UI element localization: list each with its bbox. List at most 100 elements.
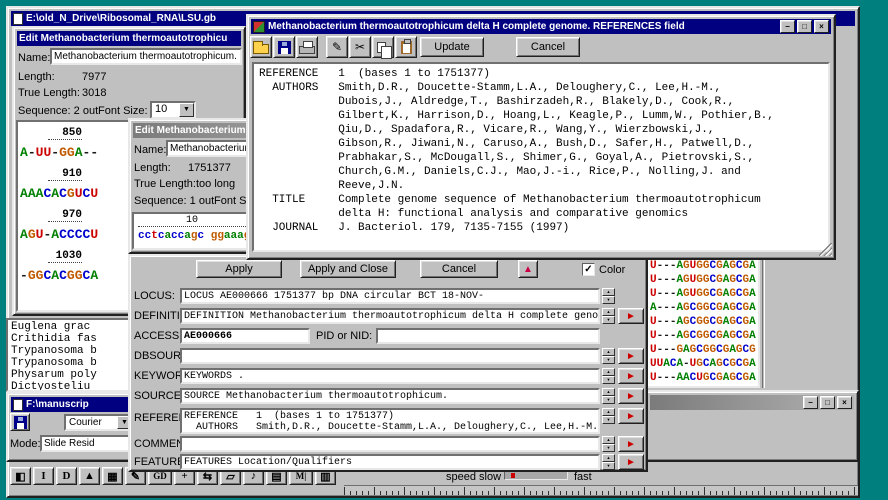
source-expand-button[interactable]: ► (618, 388, 644, 404)
list-item[interactable]: Euglena grac (11, 321, 125, 333)
resize-grip[interactable] (819, 243, 832, 256)
features-expand-button[interactable]: ► (618, 454, 644, 470)
spin-up-icon[interactable]: ▲ (602, 368, 615, 376)
definition-spinner[interactable]: ▲ ▼ (602, 308, 615, 324)
sequence-row[interactable]: AGU-ACCCCU (20, 227, 98, 242)
minimize-button[interactable]: − (803, 396, 818, 409)
spin-up-icon[interactable]: ▲ (602, 388, 615, 396)
comment-expand-button[interactable]: ► (618, 436, 644, 452)
alignment-row[interactable]: U---AGUGGCGAGCGA (650, 273, 756, 287)
edit-button[interactable]: ✎ (326, 36, 348, 58)
alignment-row[interactable]: U---AACUGCGAGCGA (650, 371, 756, 385)
spin-up-icon[interactable]: ▲ (602, 348, 615, 356)
maximize-button[interactable]: □ (820, 396, 835, 409)
keywords-field[interactable]: KEYWORDS . (180, 368, 600, 384)
font-size-select[interactable]: 10 ▼ (150, 101, 196, 119)
list-item[interactable]: Trypanosoma b (11, 345, 125, 357)
titlebar-references[interactable]: Methanobacterium thermoautotrophicum del… (251, 19, 831, 34)
cancel-button[interactable]: Cancel (516, 37, 580, 57)
toolbar-button-grid[interactable]: ▦ (102, 467, 123, 485)
dbsource-expand-button[interactable]: ► (618, 348, 644, 364)
save-button[interactable] (273, 36, 295, 58)
spin-down-icon[interactable]: ▼ (602, 396, 615, 404)
spin-down-icon[interactable]: ▼ (602, 444, 615, 452)
references-text-area[interactable]: REFERENCE 1 (bases 1 to 1751377) AUTHORS… (252, 62, 830, 252)
comment-spinner[interactable]: ▲ ▼ (602, 436, 615, 452)
sequence-row[interactable]: -GGCACGGCA (20, 268, 98, 283)
definition-field[interactable]: DEFINITION Methanobacterium thermoautotr… (180, 308, 600, 324)
spin-down-icon[interactable]: ▼ (602, 356, 615, 364)
spin-down-icon[interactable]: ▼ (602, 416, 615, 424)
toolbar-button-caret-up[interactable]: ▲ (79, 467, 100, 485)
dbsource-field[interactable] (180, 348, 600, 364)
toolbar-button-insert[interactable]: I (33, 467, 54, 485)
spin-down-icon[interactable]: ▼ (602, 462, 615, 470)
toolbar-button-layout[interactable]: ◧ (10, 467, 31, 485)
spin-down-icon[interactable]: ▼ (602, 376, 615, 384)
update-button[interactable]: Update (420, 37, 484, 57)
spin-down-icon[interactable]: ▼ (602, 296, 615, 304)
source-field[interactable]: SOURCE Methanobacterium thermoautotrophi… (180, 388, 600, 404)
keywords-expand-button[interactable]: ► (618, 368, 644, 384)
open-button[interactable] (250, 36, 272, 58)
list-item[interactable]: Dictyosteliu (11, 381, 125, 390)
cut-button[interactable]: ✂ (349, 36, 371, 58)
alignment-row[interactable]: U---AGUGGCGAGCGA (650, 259, 756, 273)
save-button[interactable] (10, 413, 30, 431)
color-checkbox[interactable]: ✓ (582, 263, 595, 276)
alignment-row[interactable]: U---AGCGGCGAGCGA (650, 329, 756, 343)
pid-nid-field[interactable] (376, 328, 600, 344)
features-spinner[interactable]: ▲ ▼ (602, 454, 615, 470)
titlebar-manuscript[interactable]: F:\manuscrip (11, 397, 133, 412)
list-item[interactable]: Crithidia fas (11, 333, 125, 345)
comment-field[interactable] (180, 436, 600, 452)
alignment-sequence-panel[interactable]: U---AGUGGCGAGCGA U---AGUGGCGAGCGA U---AG… (646, 256, 760, 388)
cancel-button[interactable]: Cancel (420, 260, 498, 278)
close-button[interactable]: × (837, 396, 852, 409)
locus-spinner[interactable]: ▲ ▼ (602, 288, 615, 304)
name-field[interactable]: Methanobacterium thermoautotrophicum. (50, 48, 242, 65)
sequence-row[interactable]: AAACACGUCU (20, 186, 98, 201)
chevron-down-icon[interactable]: ▼ (179, 103, 194, 117)
maximize-button[interactable]: □ (797, 20, 812, 33)
spin-down-icon[interactable]: ▼ (602, 316, 615, 324)
pane-splitter[interactable] (762, 256, 765, 388)
alignment-row[interactable]: A---AGCGGCGAGCGA (650, 301, 756, 315)
spin-up-icon[interactable]: ▲ (602, 288, 615, 296)
sequence-row[interactable]: A-UU-GGA-- (20, 145, 98, 160)
keywords-spinner[interactable]: ▲ ▼ (602, 368, 615, 384)
toolbar-button-delete[interactable]: D (56, 467, 77, 485)
definition-expand-button[interactable]: ► (618, 308, 644, 324)
titlebar-edit-1[interactable]: Edit Methanobacterium thermoautotrophicu (17, 31, 241, 46)
sequence-row[interactable]: cctcaccagc ggaaag (138, 229, 250, 243)
font-select[interactable]: Courier ▼ (64, 414, 134, 431)
spin-up-icon[interactable]: ▲ (602, 436, 615, 444)
speed-slider[interactable] (504, 471, 568, 480)
alignment-row[interactable]: U---AGUGGCGAGCGA (650, 287, 756, 301)
features-field[interactable]: FEATURES Location/Qualifiers (180, 454, 600, 470)
species-list[interactable]: Euglena grac Crithidia fas Trypanosoma b… (6, 318, 130, 392)
dbsource-spinner[interactable]: ▲ ▼ (602, 348, 615, 364)
alignment-row[interactable]: U---AGCGGCGAGCGA (650, 315, 756, 329)
speed-slider-thumb[interactable] (511, 473, 515, 478)
spin-up-icon[interactable]: ▲ (602, 408, 615, 416)
alignment-row[interactable]: UUACA-UGCAGCGCGA (650, 357, 756, 371)
list-item[interactable]: Physarum poly (11, 369, 125, 381)
locus-field[interactable]: LOCUS AE000666 1751377 bp DNA circular B… (180, 288, 600, 304)
mode-field[interactable]: Slide Resid (40, 435, 134, 452)
accession-field[interactable]: AE000666 (180, 328, 310, 344)
spin-up-icon[interactable]: ▲ (602, 454, 615, 462)
alignment-row[interactable]: U---GAGCGGCGAGCG (650, 343, 756, 357)
source-spinner[interactable]: ▲ ▼ (602, 388, 615, 404)
spin-up-icon[interactable]: ▲ (602, 308, 615, 316)
copy-button[interactable] (372, 36, 394, 59)
minimize-button[interactable]: − (780, 20, 795, 33)
references-field[interactable]: REFERENCE 1 (bases 1 to 1751377) AUTHORS… (180, 408, 600, 434)
apply-button[interactable]: Apply (196, 260, 282, 278)
print-button[interactable] (296, 36, 318, 58)
list-item[interactable]: Trypanosoma b (11, 357, 125, 369)
scroll-up-button[interactable]: ▲ (518, 260, 538, 278)
titlebar-bottom-right[interactable]: − □ × (650, 395, 854, 410)
references-spinner[interactable]: ▲ ▼ (602, 408, 615, 424)
close-button[interactable]: × (814, 20, 829, 33)
